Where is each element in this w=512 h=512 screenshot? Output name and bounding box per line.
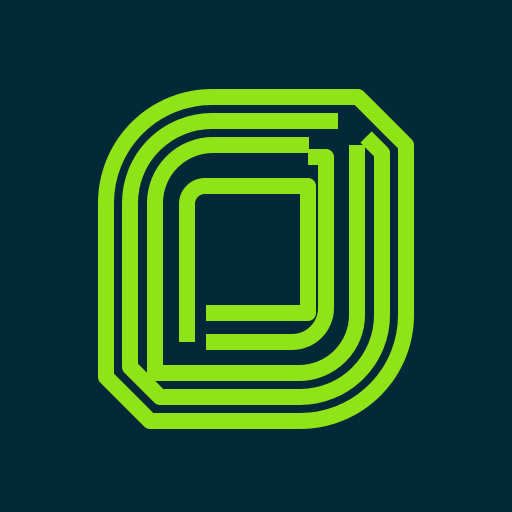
app-icon-canvas [0,0,512,512]
app-logo-icon [0,0,512,512]
logo-background [0,0,512,512]
